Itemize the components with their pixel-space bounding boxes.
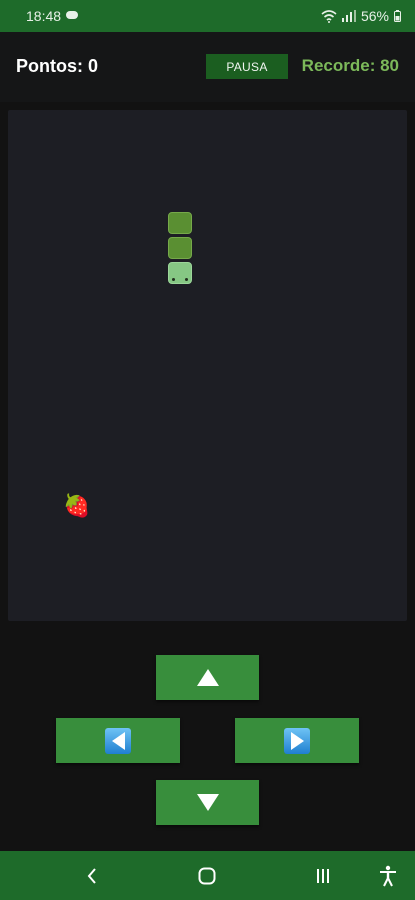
snake-eye xyxy=(185,278,188,281)
accessibility-button[interactable] xyxy=(368,851,408,900)
record-label: Recorde: 80 xyxy=(301,56,399,75)
battery-icon xyxy=(394,10,401,22)
status-bar: 18:48 56% xyxy=(0,0,415,32)
game-board[interactable]: 🍓 xyxy=(8,110,407,621)
status-right: 56% xyxy=(321,8,401,24)
back-button[interactable] xyxy=(72,851,112,900)
strawberry-icon: 🍓 xyxy=(63,493,91,518)
snake-body-segment xyxy=(168,212,192,234)
home-button[interactable] xyxy=(187,851,227,900)
right-button[interactable] xyxy=(235,718,359,763)
game-header: Pontos: 0 PAUSA Recorde: 80 xyxy=(0,32,415,102)
score-label: Pontos: 0 xyxy=(16,56,99,76)
down-button[interactable] xyxy=(156,780,259,825)
cloud-icon xyxy=(66,11,79,19)
battery-percent: 56% xyxy=(360,8,389,24)
direction-controls xyxy=(0,621,415,851)
wifi-icon xyxy=(321,9,337,23)
pause-button[interactable]: PAUSA xyxy=(206,54,288,79)
right-arrow-icon xyxy=(284,727,310,754)
status-time: 18:48 xyxy=(26,8,62,24)
status-left: 18:48 xyxy=(26,8,79,24)
snake-eye xyxy=(172,278,175,281)
recents-button[interactable] xyxy=(303,851,343,900)
left-button[interactable] xyxy=(56,718,180,763)
accessibility-icon xyxy=(380,865,396,886)
snake-head xyxy=(168,262,192,284)
up-button[interactable] xyxy=(156,655,259,700)
home-icon xyxy=(198,867,216,884)
navigation-bar xyxy=(0,851,415,900)
left-arrow-icon xyxy=(105,727,131,754)
triangle-up-icon xyxy=(196,669,219,686)
triangle-down-icon xyxy=(196,794,219,811)
snake-body-segment xyxy=(168,237,192,259)
signal-icon xyxy=(341,10,356,22)
back-icon xyxy=(87,867,96,884)
recents-icon xyxy=(317,868,329,883)
